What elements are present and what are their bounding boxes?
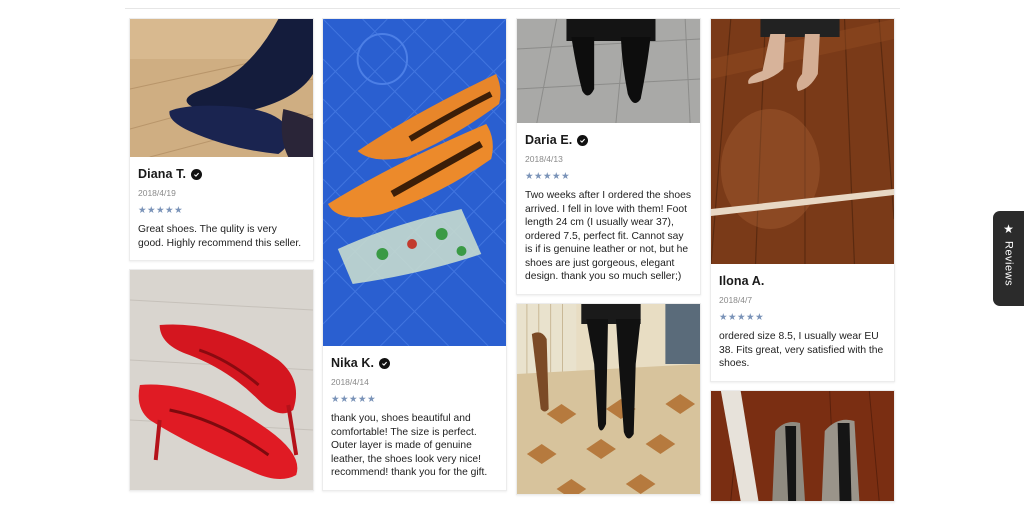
review-photo[interactable] <box>711 390 894 501</box>
review-text: Great shoes. The qulity is very good. Hi… <box>138 224 302 249</box>
star-rating: ★★★★★ <box>138 205 184 216</box>
review-card-diana[interactable]: Diana T. 2018/4/19 ★★★★★ Great shoes. Th… <box>129 18 314 261</box>
review-text: ordered size 8.5, I usually wear EU 38. … <box>719 331 884 369</box>
reviewer-name: Nika K. <box>331 356 375 370</box>
review-card-nika[interactable]: Nika K. 2018/4/14 ★★★★★ thank you, shoes… <box>322 18 507 491</box>
star-icon: ★ <box>1003 222 1014 236</box>
review-card-photo[interactable] <box>129 269 314 491</box>
reviews-tab-label: Reviews <box>1002 241 1015 287</box>
verified-check-icon <box>577 134 589 146</box>
review-photo[interactable] <box>130 270 313 490</box>
review-photo[interactable] <box>323 19 506 346</box>
review-photo[interactable] <box>517 19 700 123</box>
review-photo[interactable] <box>130 19 313 157</box>
review-column-2: Nika K. 2018/4/14 ★★★★★ thank you, shoes… <box>322 18 507 499</box>
review-column-4: Ilona A. 2018/4/7 ★★★★★ ordered size 8.5… <box>710 18 895 510</box>
review-card-ilona[interactable]: Ilona A. 2018/4/7 ★★★★★ ordered size 8.5… <box>710 18 895 382</box>
review-date: 2018/4/13 <box>525 154 563 164</box>
review-column-1: Diana T. 2018/4/19 ★★★★★ Great shoes. Th… <box>129 18 314 499</box>
review-column-3: Daria E. 2018/4/13 ★★★★★ Two weeks after… <box>516 18 701 503</box>
verified-check-icon <box>191 168 203 180</box>
divider <box>125 8 900 9</box>
review-date: 2018/4/19 <box>138 188 176 198</box>
reviewer-name: Diana T. <box>138 167 187 181</box>
reviewer-name: Ilona A. <box>719 274 765 288</box>
review-text: thank you, shoes beautiful and comfortab… <box>331 413 488 478</box>
review-date: 2018/4/14 <box>331 377 369 387</box>
review-card-daria[interactable]: Daria E. 2018/4/13 ★★★★★ Two weeks after… <box>516 18 701 295</box>
star-rating: ★★★★★ <box>525 171 571 182</box>
reviews-side-tab[interactable]: ★ Reviews <box>993 211 1024 306</box>
verified-check-icon <box>379 357 391 369</box>
star-rating: ★★★★★ <box>719 312 765 323</box>
review-date: 2018/4/7 <box>719 295 753 305</box>
reviewer-name: Daria E. <box>525 133 573 147</box>
review-card-photo[interactable] <box>710 389 895 502</box>
review-photo[interactable] <box>711 19 894 264</box>
review-card-photo[interactable] <box>516 302 701 495</box>
review-photo[interactable] <box>517 303 700 494</box>
star-rating: ★★★★★ <box>331 394 377 405</box>
review-text: Two weeks after I ordered the shoes arri… <box>525 190 691 282</box>
